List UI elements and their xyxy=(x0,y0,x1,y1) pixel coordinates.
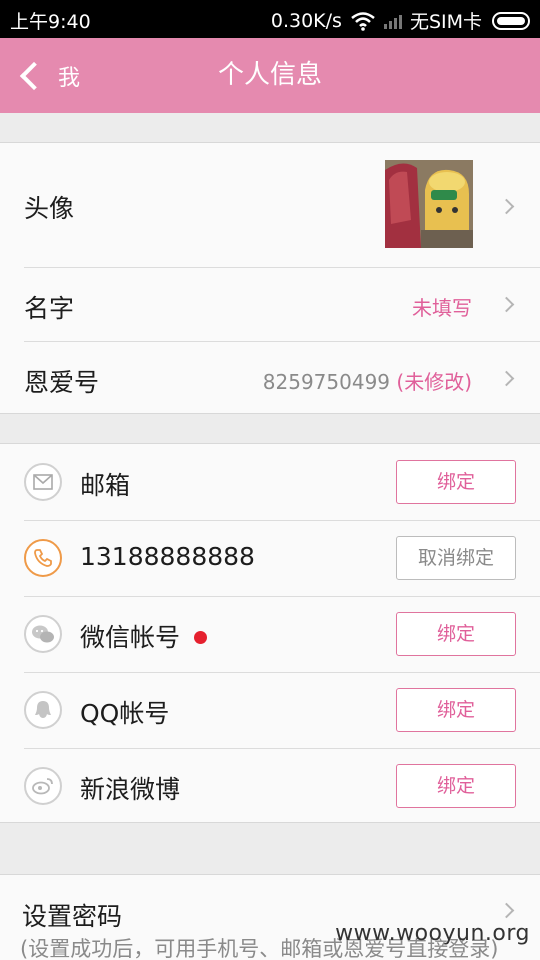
name-value: 未填写 xyxy=(412,296,472,320)
account-row-email: 邮箱 绑定 xyxy=(0,444,540,520)
watermark: www.wooyun.org xyxy=(335,921,530,946)
accounts-section: 邮箱 绑定 13188888888 取消绑定 微信帐号 绑定 QQ帐号 绑定 新… xyxy=(0,443,540,823)
notification-dot xyxy=(194,630,208,644)
account-row-phone: 13188888888 取消绑定 xyxy=(0,521,540,596)
unbind-phone-button[interactable]: 取消绑定 xyxy=(396,536,516,580)
phone-icon xyxy=(24,539,62,577)
mail-icon xyxy=(24,463,62,501)
battery-icon xyxy=(492,11,530,30)
network-speed: 0.30K/s xyxy=(270,9,342,32)
signal-icon xyxy=(383,13,402,29)
bind-wechat-button[interactable]: 绑定 xyxy=(396,612,516,656)
avatar xyxy=(385,160,473,248)
weibo-icon xyxy=(24,767,62,805)
id-row[interactable]: 恩爱号 8259750499 (未修改) xyxy=(0,342,540,415)
account-row-weibo: 新浪微博 绑定 xyxy=(0,749,540,824)
wechat-label: 微信帐号 xyxy=(80,623,181,652)
profile-section: 头像 名字 未填写 恩爱号 8259750499 (未修改) xyxy=(0,142,540,414)
id-status: (未修改) xyxy=(396,370,472,394)
sim-status: 无SIM卡 xyxy=(409,11,482,33)
chevron-right-icon xyxy=(498,902,515,919)
status-bar: 上午9:40 0.30K/s 无SIM卡 xyxy=(0,0,540,38)
account-label: QQ帐号 xyxy=(80,699,170,728)
qq-icon xyxy=(24,691,62,729)
bind-qq-button[interactable]: 绑定 xyxy=(396,688,516,732)
bind-weibo-button[interactable]: 绑定 xyxy=(396,764,516,808)
set-password-label: 设置密码 xyxy=(22,902,123,931)
avatar-row[interactable]: 头像 xyxy=(0,143,540,267)
chevron-right-icon xyxy=(498,296,515,313)
bind-email-button[interactable]: 绑定 xyxy=(396,460,516,504)
name-label: 名字 xyxy=(24,294,75,323)
status-indicators: 0.30K/s 无SIM卡 xyxy=(271,7,530,34)
account-label: 邮箱 xyxy=(80,471,131,500)
account-label: 13188888888 xyxy=(80,542,255,571)
account-label: 新浪微博 xyxy=(80,775,181,804)
name-row[interactable]: 名字 未填写 xyxy=(0,268,540,341)
id-value: 8259750499 (未修改) xyxy=(263,366,472,395)
account-label: 微信帐号 xyxy=(80,618,208,654)
title-bar: 我 个人信息 xyxy=(0,38,540,113)
account-row-qq: QQ帐号 绑定 xyxy=(0,673,540,748)
password-row[interactable]: 设置密码 (设置成功后，可用手机号、邮箱或恩爱号直接登录) xyxy=(0,874,540,960)
avatar-label: 头像 xyxy=(24,194,75,223)
page-title: 个人信息 xyxy=(217,60,322,90)
chevron-right-icon xyxy=(498,198,515,215)
chevron-right-icon xyxy=(498,370,515,387)
wifi-icon xyxy=(351,11,375,31)
id-number: 8259750499 xyxy=(262,370,391,394)
account-row-wechat: 微信帐号 绑定 xyxy=(0,597,540,672)
id-label: 恩爱号 xyxy=(24,368,100,397)
status-time: 上午9:40 xyxy=(10,11,91,33)
wechat-icon xyxy=(24,615,62,653)
